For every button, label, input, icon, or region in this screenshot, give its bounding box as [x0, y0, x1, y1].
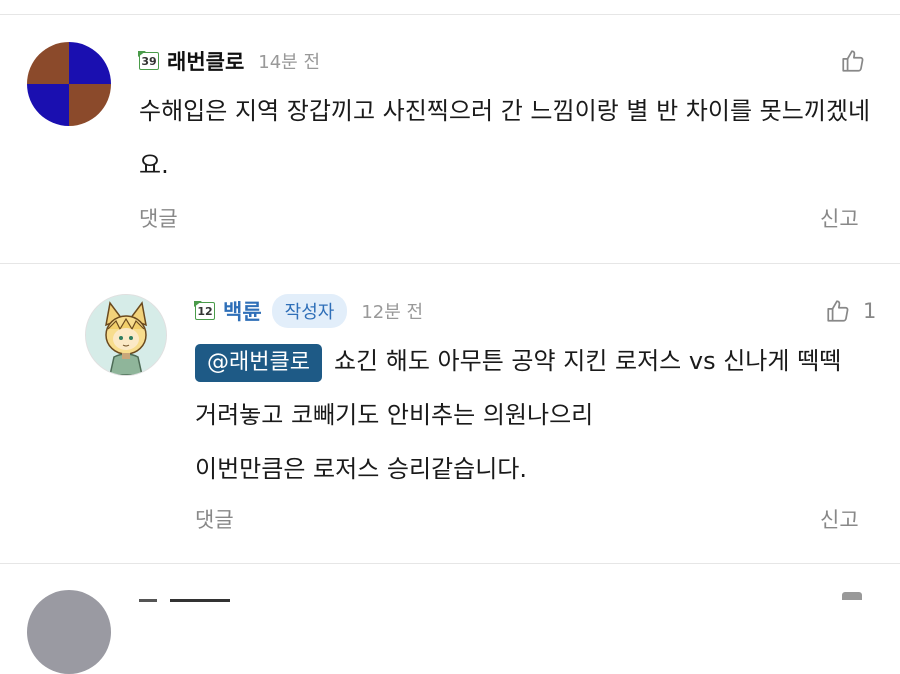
avatar[interactable]	[27, 590, 111, 674]
level-badge: 12	[195, 302, 215, 320]
like-button[interactable]: 1	[825, 298, 876, 324]
comment-text-line: 거려놓고 코빼기도 안비추는 의원나으리	[195, 401, 594, 429]
nickname[interactable]: 래번클로	[167, 46, 244, 76]
comment-text-line: 이번만큼은 로저스 승리같습니다.	[195, 455, 528, 483]
report-button[interactable]: 신고	[820, 203, 859, 233]
comment-meta: 12 백륜 작성자 12분 전	[195, 291, 423, 331]
icon-cutoff	[842, 592, 862, 600]
report-button[interactable]: 신고	[820, 504, 859, 534]
mention-tag[interactable]: @래번클로	[195, 344, 322, 382]
avatar[interactable]	[27, 42, 111, 126]
thumbs-up-icon	[827, 300, 849, 322]
reply-button[interactable]: 댓글	[139, 203, 178, 233]
reply-button[interactable]: 댓글	[195, 504, 234, 534]
thumbs-up-icon	[842, 50, 864, 72]
avatar[interactable]	[85, 294, 167, 376]
timestamp: 12분 전	[361, 302, 424, 323]
comment-text-line: 쇼긴 해도 아무튼 공약 지킨 로저스 vs 신나게 떽떽	[333, 347, 842, 375]
comment-item: 39 래번클로 14분 전 수해입은 지역 장갑끼고 사진찍으러 간 느낌이랑 …	[0, 0, 900, 262]
divider	[0, 563, 900, 564]
comment-meta: 39 래번클로 14분 전	[139, 41, 320, 81]
nickname-cutoff	[139, 592, 249, 602]
like-count: 1	[863, 299, 877, 323]
comment-text: 수해입은 지역 장갑끼고 사진찍으러 간 느낌이랑 별 반 차이를 못느끼겠네요…	[139, 97, 871, 179]
author-badge: 작성자	[271, 294, 348, 328]
timestamp: 14분 전	[258, 52, 321, 73]
reply-comment-item: 12 백륜 작성자 12분 전 1 @래번클로 쇼긴 해도 아무튼 공약 지킨 로…	[0, 264, 900, 564]
like-button[interactable]	[840, 48, 866, 74]
comment-text: @래번클로 쇼긴 해도 아무튼 공약 지킨 로저스 vs 신나게 떽떽 거려놓고 …	[195, 334, 885, 496]
nickname[interactable]: 백륜	[223, 296, 262, 326]
level-badge: 39	[139, 52, 159, 70]
